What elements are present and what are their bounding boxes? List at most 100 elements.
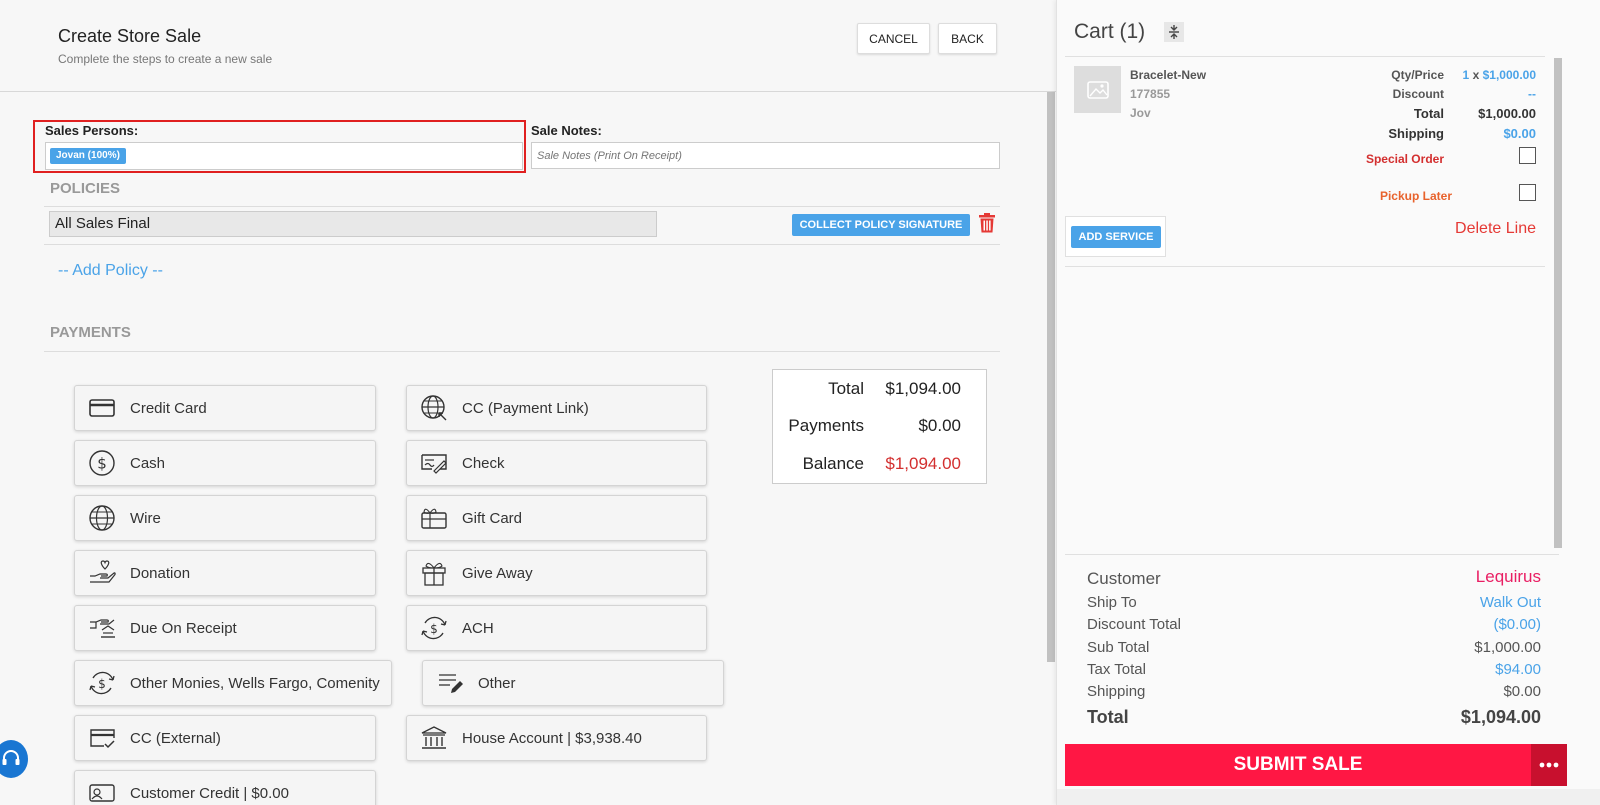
payment-method-label: Wire bbox=[130, 509, 161, 527]
totals-balance-label: Balance bbox=[802, 454, 864, 473]
totals-total-row: Total $1,094.00 bbox=[773, 379, 988, 403]
cart-title: Cart (1) bbox=[1074, 20, 1146, 43]
payment-method-label: Other Monies, Wells Fargo, Comenity bbox=[130, 674, 380, 692]
qty-price-value[interactable]: 1 x $1,000.00 bbox=[1463, 68, 1536, 82]
payment-other-monies-button[interactable]: $ Other Monies, Wells Fargo, Comenity bbox=[74, 660, 392, 706]
special-order-label: Special Order bbox=[1365, 152, 1444, 166]
cart-bottom-strip bbox=[1057, 789, 1600, 805]
policies-divider bbox=[44, 206, 1000, 207]
payment-totals-box: Total $1,094.00 Payments $0.00 Balance $… bbox=[772, 369, 987, 484]
qty-value: 1 bbox=[1462, 68, 1470, 82]
trash-icon[interactable] bbox=[978, 213, 996, 233]
grand-total-label: Total bbox=[1087, 707, 1129, 727]
credit-card-icon bbox=[89, 399, 115, 417]
payments-title: PAYMENTS bbox=[50, 324, 131, 341]
customer-value[interactable]: Lequirus bbox=[1476, 567, 1541, 587]
customer-credit-icon bbox=[89, 784, 115, 802]
bank-icon bbox=[421, 726, 447, 749]
globe-icon bbox=[89, 505, 115, 531]
special-order-checkbox[interactable] bbox=[1519, 147, 1536, 164]
qty-price-label: Qty/Price bbox=[1391, 68, 1444, 82]
more-options-button[interactable] bbox=[1531, 744, 1567, 786]
image-placeholder-icon bbox=[1086, 80, 1109, 99]
more-dots-icon bbox=[1539, 762, 1559, 768]
summary-divider bbox=[1065, 554, 1559, 555]
money-exchange-icon: $ bbox=[89, 671, 115, 695]
totals-total-value: $1,094.00 bbox=[885, 379, 961, 398]
page-header: Create Store Sale Complete the steps to … bbox=[0, 0, 1056, 92]
payment-method-label: House Account | $3,938.40 bbox=[462, 729, 642, 747]
sale-notes-input[interactable] bbox=[531, 142, 1000, 169]
svg-text:$: $ bbox=[430, 622, 438, 636]
totals-payments-label: Payments bbox=[788, 416, 864, 435]
tax-total-value[interactable]: $94.00 bbox=[1495, 661, 1541, 678]
payment-method-label: CC (External) bbox=[130, 729, 221, 747]
payment-due-on-receipt-button[interactable]: Due On Receipt bbox=[74, 605, 376, 651]
sales-persons-input[interactable]: Jovan (100%) bbox=[45, 142, 523, 170]
payment-method-label: Customer Credit | $0.00 bbox=[130, 784, 289, 802]
help-button[interactable] bbox=[0, 740, 28, 778]
gift-box-icon bbox=[422, 562, 446, 586]
price-value: $1,000.00 bbox=[1482, 68, 1536, 82]
item-sku: 177855 bbox=[1130, 87, 1171, 101]
add-service-button[interactable]: ADD SERVICE bbox=[1071, 226, 1161, 248]
svg-text:$: $ bbox=[97, 455, 107, 473]
totals-payments-row: Payments $0.00 bbox=[773, 416, 988, 440]
main-scrollbar[interactable] bbox=[1047, 92, 1055, 662]
totals-balance-value: $1,094.00 bbox=[885, 454, 961, 473]
collapse-expand-icon[interactable] bbox=[1164, 22, 1184, 42]
ach-exchange-icon: $ bbox=[421, 616, 447, 640]
payment-donation-button[interactable]: Donation bbox=[74, 550, 376, 596]
payment-gift-card-button[interactable]: Gift Card bbox=[406, 495, 707, 541]
pickup-later-label: Pickup Later bbox=[1379, 189, 1452, 203]
line-total-label: Total bbox=[1413, 106, 1444, 121]
sale-notes-label: Sale Notes: bbox=[531, 123, 602, 138]
page-subtitle: Complete the steps to create a new sale bbox=[58, 52, 273, 66]
line-total-value: $1,000.00 bbox=[1478, 106, 1536, 121]
check-icon bbox=[421, 454, 447, 474]
discount-total-value[interactable]: ($0.00) bbox=[1493, 616, 1541, 633]
delete-line-link[interactable]: Delete Line bbox=[1455, 220, 1536, 238]
create-sale-main: Create Store Sale Complete the steps to … bbox=[0, 0, 1056, 805]
policies-bottom-divider bbox=[44, 244, 1000, 245]
policy-item[interactable]: All Sales Final bbox=[49, 211, 657, 237]
submit-sale-button[interactable]: SUBMIT SALE bbox=[1065, 744, 1531, 786]
add-policy-link[interactable]: -- Add Policy -- bbox=[58, 262, 163, 280]
totals-balance-row: Balance $1,094.00 bbox=[773, 454, 988, 478]
item-salesperson: Jov bbox=[1130, 106, 1151, 120]
back-button[interactable]: BACK bbox=[938, 23, 997, 54]
payment-cc-external-button[interactable]: CC (External) bbox=[74, 715, 376, 761]
discount-value[interactable]: -- bbox=[1528, 87, 1536, 101]
cart-scrollbar[interactable] bbox=[1554, 58, 1562, 548]
shipping-value[interactable]: $0.00 bbox=[1503, 126, 1536, 141]
payment-ach-button[interactable]: $ ACH bbox=[406, 605, 707, 651]
payment-method-label: Gift Card bbox=[462, 509, 523, 527]
shipping-label: Shipping bbox=[1388, 126, 1444, 141]
sales-person-chip[interactable]: Jovan (100%) bbox=[50, 148, 126, 164]
payment-check-button[interactable]: Check bbox=[406, 440, 707, 486]
qty-times: x bbox=[1472, 68, 1480, 82]
item-thumbnail bbox=[1074, 66, 1121, 113]
item-name[interactable]: Bracelet-New bbox=[1130, 68, 1206, 82]
ship-to-value[interactable]: Walk Out bbox=[1480, 594, 1541, 611]
discount-total-label: Discount Total bbox=[1087, 616, 1181, 633]
payment-credit-card-button[interactable]: Credit Card bbox=[74, 385, 376, 431]
payment-give-away-button[interactable]: Give Away bbox=[406, 550, 707, 596]
customer-label: Customer bbox=[1087, 569, 1161, 588]
payment-cash-button[interactable]: $ Cash bbox=[74, 440, 376, 486]
cancel-button[interactable]: CANCEL bbox=[857, 23, 930, 54]
payment-wire-button[interactable]: Wire bbox=[74, 495, 376, 541]
payment-method-label: ACH bbox=[462, 619, 494, 637]
sales-persons-label: Sales Persons: bbox=[45, 123, 139, 138]
payment-cc-payment-link-button[interactable]: CC (Payment Link) bbox=[406, 385, 707, 431]
payment-customer-credit-button[interactable]: Customer Credit | $0.00 bbox=[74, 770, 376, 805]
list-pencil-icon bbox=[439, 674, 463, 693]
donation-hand-icon bbox=[90, 560, 116, 583]
gift-card-icon bbox=[421, 508, 447, 529]
payment-method-label: Due On Receipt bbox=[130, 619, 237, 637]
payment-other-button[interactable]: Other bbox=[422, 660, 724, 706]
payment-house-account-button[interactable]: House Account | $3,938.40 bbox=[406, 715, 707, 761]
collect-policy-signature-button[interactable]: COLLECT POLICY SIGNATURE bbox=[792, 214, 970, 236]
pickup-later-checkbox[interactable] bbox=[1519, 184, 1536, 201]
ship-to-label: Ship To bbox=[1087, 594, 1137, 611]
